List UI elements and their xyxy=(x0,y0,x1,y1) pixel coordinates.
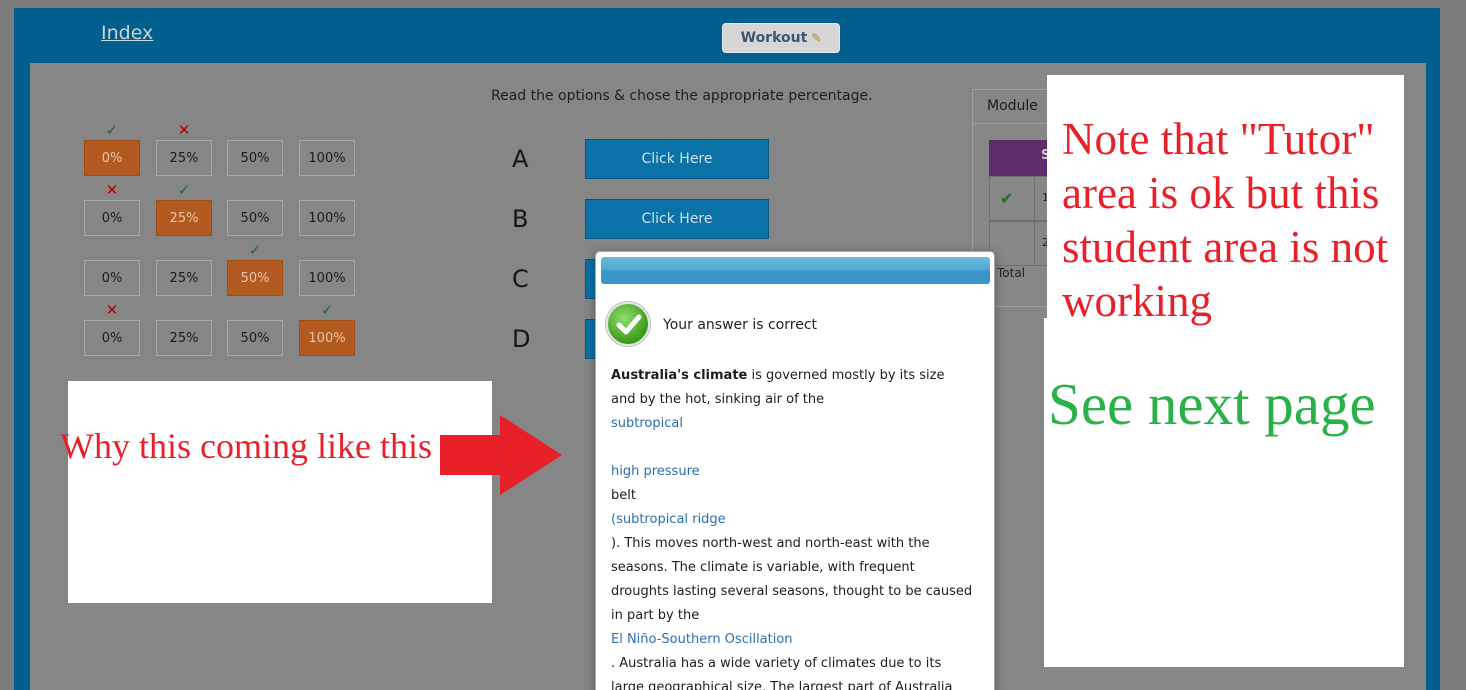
percent-option[interactable]: 50% xyxy=(227,320,283,356)
feedback-popup: Your answer is correct Australia's clima… xyxy=(595,251,995,690)
explanation-text: Australia's climate is governed mostly b… xyxy=(611,364,983,690)
explanation-line: droughts lasting several seasons, though… xyxy=(611,584,973,599)
total-label: Total xyxy=(997,266,1026,280)
explanation-text-run: is governed mostly by its size xyxy=(747,368,945,383)
explanation-line: ). This moves north-west and north-east … xyxy=(611,536,930,551)
percent-option[interactable]: 0% xyxy=(84,140,140,176)
cross-icon: ✕ xyxy=(177,121,191,139)
explanation-link[interactable]: high pressure xyxy=(611,460,983,484)
explanation-line: belt xyxy=(611,488,636,503)
percent-option[interactable]: 100% xyxy=(299,320,355,356)
annotation-why-box xyxy=(68,381,492,603)
explanation-line: . Australia has a wide variety of climat… xyxy=(611,656,942,671)
result-message: Your answer is correct xyxy=(663,317,818,333)
cross-icon: ✕ xyxy=(105,181,119,199)
explanation-line: and by the hot, sinking air of the xyxy=(611,392,825,407)
click-here-button[interactable]: Click Here xyxy=(585,139,769,179)
workout-label: Workout xyxy=(740,30,808,46)
percent-option[interactable]: 100% xyxy=(299,200,355,236)
workout-button[interactable]: Workout ✎ xyxy=(722,23,840,53)
explanation-line xyxy=(611,436,983,460)
explanation-link[interactable]: (subtropical ridge xyxy=(611,508,983,532)
annotation-why-text: Why this coming like this xyxy=(60,426,432,466)
bold-term: Australia's climate xyxy=(611,368,748,383)
popup-title-bar[interactable] xyxy=(601,257,990,284)
percent-option[interactable]: 0% xyxy=(84,260,140,296)
tab-module[interactable]: Module xyxy=(973,90,1051,124)
table-row: ✔ 1 xyxy=(989,176,1051,221)
percent-option[interactable]: 0% xyxy=(84,320,140,356)
option-letter: B xyxy=(512,205,529,233)
explanation-link[interactable]: subtropical xyxy=(611,412,983,436)
index-link[interactable]: Index xyxy=(101,22,153,44)
percent-option[interactable]: 50% xyxy=(227,200,283,236)
checkmark-icon: ✓ xyxy=(248,241,262,259)
cross-icon: ✕ xyxy=(105,301,119,319)
explanation-line: large geographical size. The largest par… xyxy=(611,680,953,690)
percent-option[interactable]: 100% xyxy=(299,140,355,176)
table-row: 2 xyxy=(989,221,1051,266)
percent-option[interactable]: 0% xyxy=(84,200,140,236)
explanation-line: Australia's climate is governed mostly b… xyxy=(611,364,983,388)
correct-check-icon xyxy=(606,302,650,346)
percent-option[interactable]: 50% xyxy=(227,260,283,296)
percent-option[interactable]: 50% xyxy=(227,140,283,176)
module-table-header: S xyxy=(989,140,1051,176)
percent-option[interactable]: 25% xyxy=(156,200,212,236)
checkmark-icon: ✔ xyxy=(1000,189,1014,208)
annotation-note-text: Note that "Tutor" area is ok but this st… xyxy=(1062,114,1389,326)
explanation-line: in part by the xyxy=(611,608,700,623)
click-here-button[interactable]: Click Here xyxy=(585,199,769,239)
edit-icon: ✎ xyxy=(811,31,822,45)
option-letter: D xyxy=(512,325,531,353)
percent-option[interactable]: 25% xyxy=(156,260,212,296)
percent-option[interactable]: 25% xyxy=(156,140,212,176)
percent-option[interactable]: 100% xyxy=(299,260,355,296)
red-arrow-icon xyxy=(440,415,562,495)
explanation-link[interactable]: El Niño-Southern Oscillation xyxy=(611,628,983,652)
checkmark-icon: ✓ xyxy=(320,301,334,319)
instruction-text: Read the options & chose the appropriate… xyxy=(491,88,873,104)
option-letter: C xyxy=(512,265,529,293)
percent-option[interactable]: 25% xyxy=(156,320,212,356)
explanation-line: seasons. The climate is variable, with f… xyxy=(611,560,915,575)
checkmark-icon: ✓ xyxy=(105,121,119,139)
checkmark-icon: ✓ xyxy=(177,181,191,199)
option-letter: A xyxy=(512,145,529,173)
annotation-see-next-text: See next page xyxy=(1048,371,1376,437)
